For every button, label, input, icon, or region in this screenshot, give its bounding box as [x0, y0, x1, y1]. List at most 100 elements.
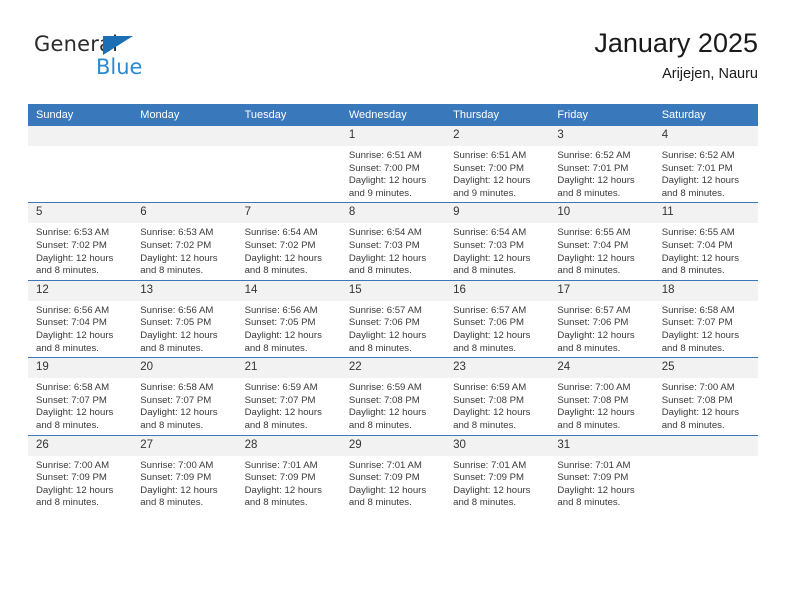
calendar-day-cell[interactable]: 31 Sunrise: 7:01 AM Sunset: 7:09 PM Dayligh… [549, 434, 654, 512]
sunset-text: Sunset: 7:05 PM [244, 317, 316, 329]
calendar-day-cell[interactable]: 19 Sunrise: 6:58 AM Sunset: 7:07 PM Dayligh… [28, 357, 133, 435]
calendar-day-cell[interactable]: 16 Sunrise: 6:57 AM Sunset: 7:06 PM Dayligh… [445, 279, 550, 358]
sunset-text: Sunset: 7:06 PM [348, 317, 420, 329]
sunrise-text: Sunrise: 7:00 AM [557, 382, 631, 394]
logo-text-blue: Blue [96, 55, 143, 79]
sunrise-text: Sunrise: 6:53 AM [36, 227, 110, 239]
day-details: Sunrise: 6:59 AM Sunset: 7:07 PM Daylight:… [237, 378, 341, 434]
sunrise-text: Sunrise: 6:55 AM [557, 227, 631, 239]
sunrise-text: Sunrise: 6:54 AM [348, 227, 422, 239]
calendar-day-cell[interactable]: 22 Sunrise: 6:59 AM Sunset: 7:08 PM Dayligh… [340, 357, 446, 435]
logo-triangle-icon [103, 36, 133, 55]
day-details: Sunrise: 6:58 AM Sunset: 7:07 PM Daylight:… [28, 378, 132, 434]
calendar-day-cell[interactable]: 6 Sunrise: 6:53 AM Sunset: 7:02 PM Daylight… [132, 202, 237, 281]
day-details: Sunrise: 6:56 AM Sunset: 7:05 PM Daylight:… [132, 301, 236, 357]
sunset-text: Sunset: 7:01 PM [557, 162, 629, 174]
calendar-day-cell[interactable]: 26 Sunrise: 7:00 AM Sunset: 7:09 PM Dayligh… [28, 434, 133, 512]
calendar-day-cell[interactable]: 21 Sunrise: 6:59 AM Sunset: 7:07 PM Dayligh… [236, 357, 341, 435]
day-number: 23 [445, 358, 550, 379]
calendar-day-cell[interactable]: 23 Sunrise: 6:59 AM Sunset: 7:08 PM Dayligh… [445, 357, 550, 435]
daylight-text: Daylight: 12 hours and 8 minutes. [348, 329, 427, 354]
daylight-text: Daylight: 12 hours and 8 minutes. [661, 175, 740, 199]
sunset-text: Sunset: 7:06 PM [453, 317, 525, 329]
calendar-day-cell[interactable]: 7 Sunrise: 6:54 AM Sunset: 7:02 PM Daylight… [236, 202, 341, 281]
sunrise-text: Sunrise: 6:52 AM [557, 150, 631, 161]
calendar-grid: Sunday Monday Tuesday Wednesday Thursday… [28, 104, 758, 512]
day-details: Sunrise: 6:54 AM Sunset: 7:02 PM Daylight:… [237, 223, 341, 279]
day-details: Sunrise: 6:59 AM Sunset: 7:08 PM Daylight:… [445, 378, 549, 434]
calendar-day-cell[interactable]: 11 Sunrise: 6:55 AM Sunset: 7:04 PM Dayligh… [653, 202, 758, 281]
daylight-text: Daylight: 12 hours and 8 minutes. [557, 329, 635, 354]
calendar-day-cell[interactable]: 18 Sunrise: 6:58 AM Sunset: 7:07 PM Dayligh… [653, 279, 758, 358]
page-title: January 2025 [594, 28, 758, 58]
calendar-day-cell[interactable]: 15 Sunrise: 6:57 AM Sunset: 7:06 PM Dayligh… [340, 279, 446, 358]
day-details: Sunrise: 6:56 AM Sunset: 7:05 PM Daylight:… [237, 301, 341, 357]
day-number: 12 [28, 280, 133, 301]
sunrise-text: Sunrise: 6:51 AM [453, 150, 527, 161]
day-number: 8 [340, 203, 446, 224]
day-number: 9 [445, 203, 550, 224]
day-details: Sunrise: 6:57 AM Sunset: 7:06 PM Daylight:… [445, 301, 549, 357]
daylight-text: Daylight: 12 hours and 8 minutes. [348, 252, 427, 277]
sunrise-text: Sunrise: 7:00 AM [36, 459, 110, 471]
daylight-text: Daylight: 12 hours and 8 minutes. [557, 407, 635, 431]
sunset-text: Sunset: 7:04 PM [661, 239, 733, 251]
daylight-text: Daylight: 12 hours and 8 minutes. [557, 252, 635, 277]
day-number: 10 [549, 203, 654, 224]
day-number: 1 [340, 126, 446, 146]
sunrise-text: Sunrise: 6:57 AM [348, 304, 422, 316]
calendar-week-row: 5 Sunrise: 6:53 AM Sunset: 7:02 PM Daylight… [28, 202, 758, 281]
calendar-day-cell[interactable]: 4 Sunrise: 6:52 AM Sunset: 7:01 PM Daylight… [653, 126, 758, 203]
day-number [28, 126, 133, 146]
calendar-day-cell[interactable]: 13 Sunrise: 6:56 AM Sunset: 7:05 PM Dayligh… [132, 279, 237, 358]
general-blue-logo[interactable]: General Blue [34, 32, 214, 92]
calendar-day-cell[interactable]: 8 Sunrise: 6:54 AM Sunset: 7:03 PM Daylight… [340, 202, 446, 281]
calendar-day-cell[interactable]: 9 Sunrise: 6:54 AM Sunset: 7:03 PM Daylight… [445, 202, 550, 281]
calendar-day-cell[interactable]: 24 Sunrise: 7:00 AM Sunset: 7:08 PM Dayligh… [549, 357, 654, 435]
calendar-day-cell-empty [236, 126, 341, 203]
calendar-day-cell[interactable]: 14 Sunrise: 6:56 AM Sunset: 7:05 PM Dayligh… [236, 279, 341, 358]
daylight-text: Daylight: 12 hours and 8 minutes. [140, 407, 218, 431]
day-number: 26 [28, 435, 133, 456]
sunset-text: Sunset: 7:07 PM [140, 394, 212, 406]
day-details: Sunrise: 6:54 AM Sunset: 7:03 PM Daylight:… [341, 223, 445, 279]
day-number: 19 [28, 358, 133, 379]
day-number: 28 [236, 435, 341, 456]
day-details: Sunrise: 7:00 AM Sunset: 7:08 PM Daylight:… [654, 378, 758, 434]
daylight-text: Daylight: 12 hours and 8 minutes. [244, 329, 322, 354]
calendar-day-cell[interactable]: 17 Sunrise: 6:57 AM Sunset: 7:06 PM Dayligh… [549, 279, 654, 358]
sunset-text: Sunset: 7:01 PM [661, 162, 733, 174]
sunrise-text: Sunrise: 6:59 AM [348, 382, 422, 394]
calendar-day-cell[interactable]: 20 Sunrise: 6:58 AM Sunset: 7:07 PM Dayligh… [132, 357, 237, 435]
day-details: Sunrise: 6:52 AM Sunset: 7:01 PM Daylight:… [549, 146, 653, 202]
daylight-text: Daylight: 12 hours and 8 minutes. [661, 407, 740, 431]
sunrise-text: Sunrise: 7:01 AM [453, 459, 527, 471]
sunrise-text: Sunrise: 6:54 AM [453, 227, 527, 239]
weekday-header-tuesday: Tuesday [236, 104, 341, 126]
sunrise-text: Sunrise: 7:01 AM [348, 459, 422, 471]
day-details: Sunrise: 6:53 AM Sunset: 7:02 PM Daylight:… [132, 223, 236, 279]
calendar-day-cell[interactable]: 12 Sunrise: 6:56 AM Sunset: 7:04 PM Dayligh… [28, 279, 133, 358]
day-number: 6 [132, 203, 237, 224]
calendar-day-cell[interactable]: 28 Sunrise: 7:01 AM Sunset: 7:09 PM Dayligh… [236, 434, 341, 512]
weekday-header-wednesday: Wednesday [340, 104, 446, 126]
calendar-day-cell[interactable]: 5 Sunrise: 6:53 AM Sunset: 7:02 PM Daylight… [28, 202, 133, 281]
calendar-day-cell[interactable]: 29 Sunrise: 7:01 AM Sunset: 7:09 PM Dayligh… [340, 434, 446, 512]
day-number: 17 [549, 280, 654, 301]
daylight-text: Daylight: 12 hours and 8 minutes. [244, 252, 322, 277]
daylight-text: Daylight: 12 hours and 8 minutes. [453, 407, 531, 431]
calendar-day-cell[interactable]: 10 Sunrise: 6:55 AM Sunset: 7:04 PM Dayligh… [549, 202, 654, 281]
daylight-text: Daylight: 12 hours and 8 minutes. [557, 484, 635, 509]
sunrise-text: Sunrise: 6:58 AM [140, 382, 214, 394]
sunset-text: Sunset: 7:09 PM [140, 472, 212, 484]
calendar-day-cell[interactable]: 2 Sunrise: 6:51 AM Sunset: 7:00 PM Daylight… [445, 126, 550, 203]
day-details: Sunrise: 6:57 AM Sunset: 7:06 PM Daylight:… [549, 301, 653, 357]
sunset-text: Sunset: 7:04 PM [36, 317, 107, 329]
calendar-day-cell[interactable]: 30 Sunrise: 7:01 AM Sunset: 7:09 PM Dayligh… [445, 434, 550, 512]
calendar-day-cell[interactable]: 25 Sunrise: 7:00 AM Sunset: 7:08 PM Dayligh… [653, 357, 758, 435]
calendar-day-cell[interactable]: 27 Sunrise: 7:00 AM Sunset: 7:09 PM Dayligh… [132, 434, 237, 512]
calendar-day-cell[interactable]: 1 Sunrise: 6:51 AM Sunset: 7:00 PM Daylight… [340, 126, 446, 203]
day-number: 15 [340, 280, 446, 301]
calendar-day-cell[interactable]: 3 Sunrise: 6:52 AM Sunset: 7:01 PM Daylight… [549, 126, 654, 203]
daylight-text: Daylight: 12 hours and 8 minutes. [36, 252, 114, 277]
